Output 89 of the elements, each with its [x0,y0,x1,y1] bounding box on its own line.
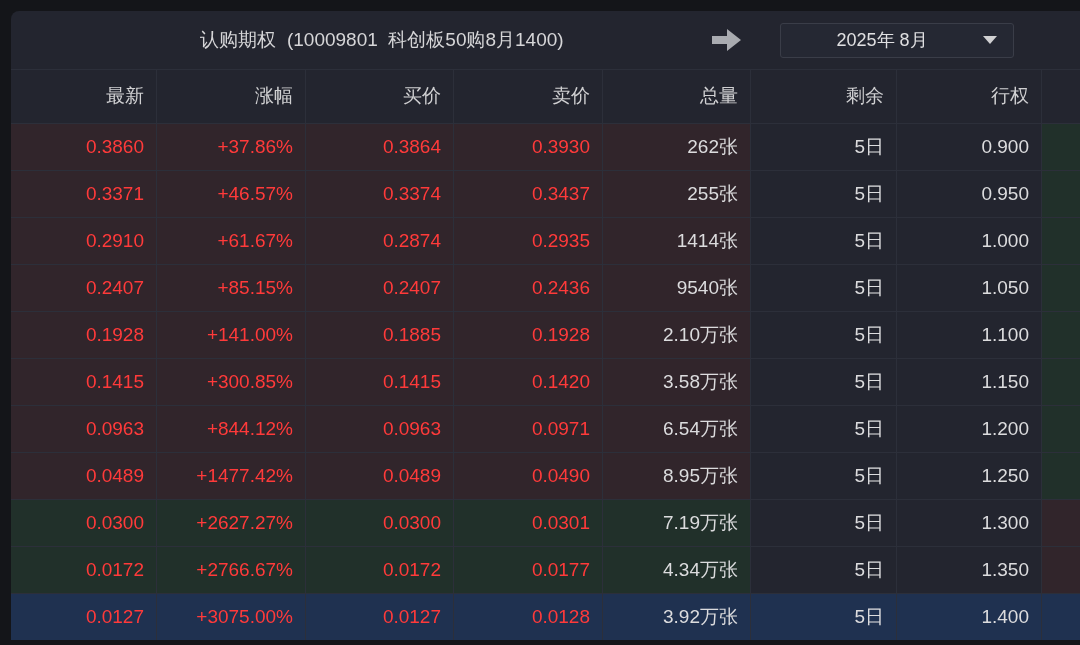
table-row[interactable]: 0.1928 +141.00% 0.1885 0.1928 2.10万张 5日 1.100 [11,311,1080,358]
table-cell: +2766.67% [157,547,306,593]
table-cell: +61.67% [157,218,306,264]
table-cell: 0.1415 [11,359,157,405]
table-cell: 0.3930 [454,124,603,170]
table-cell: 0.0300 [306,500,454,546]
table-cell: +37.86% [157,124,306,170]
table-cell: 5日 [751,124,897,170]
table-cell: 3.58万张 [603,359,751,405]
table-cell: +46.57% [157,171,306,217]
table-cell: 0.3860 [11,124,157,170]
table-row[interactable]: 0.3371 +46.57% 0.3374 0.3437 255张 5日 0.950 [11,170,1080,217]
table-cell: 0.3374 [306,171,454,217]
arrow-right-icon[interactable] [712,29,741,51]
table-cell: 0.0490 [454,453,603,499]
column-header[interactable]: 涨幅 [255,82,293,111]
table-cell: 0.0971 [454,406,603,452]
table-cell: 5日 [751,500,897,546]
table-cell: 0.0300 [11,500,157,546]
table-cell: 5日 [751,453,897,499]
table-cell: 262张 [603,124,751,170]
column-header[interactable]: 剩余 [846,82,884,111]
table-row[interactable]: 0.1415 +300.85% 0.1415 0.1420 3.58万张 5日 1.150 [11,358,1080,405]
table-cell: 0.3864 [306,124,454,170]
table-row[interactable]: 0.0489 +1477.42% 0.0489 0.0490 8.95万张 5日 1.250 [11,452,1080,499]
table-cell: 0.1928 [454,312,603,358]
table-cell: 0.0963 [306,406,454,452]
table-cell: 5日 [751,218,897,264]
column-header[interactable]: 最新 [106,82,144,111]
table-cell: 3.92万张 [603,594,751,640]
table-cell: +141.00% [157,312,306,358]
column-header[interactable]: 卖价 [552,82,590,111]
table-cell: 0.1415 [306,359,454,405]
table-row[interactable]: 0.2910 +61.67% 0.2874 0.2935 1414张 5日 1.000 [11,217,1080,264]
table-cell: +1477.42% [157,453,306,499]
table-cell: 0.2935 [454,218,603,264]
column-header[interactable]: 买价 [403,82,441,111]
column-header[interactable]: 行权 [991,82,1029,111]
table-cell: +300.85% [157,359,306,405]
dropdown-caret-icon [982,36,997,44]
table-cell: 5日 [751,171,897,217]
table-row[interactable]: 0.3860 +37.86% 0.3864 0.3930 262张 5日 0.900 [11,123,1080,170]
table-cell: 0.0172 [11,547,157,593]
table-row[interactable]: 0.2407 +85.15% 0.2407 0.2436 9540张 5日 1.050 [11,264,1080,311]
table-cell: 0.0127 [11,594,157,640]
table-cell: 2.10万张 [603,312,751,358]
table-cell: 5日 [751,359,897,405]
table-cell: 4.34万张 [603,547,751,593]
table-cell: 1.400 [897,594,1042,640]
table-cell: 0.0127 [306,594,454,640]
table-cell: 5日 [751,594,897,640]
table-cell: 9540张 [603,265,751,311]
table-cell: 0.2436 [454,265,603,311]
table-cell: +85.15% [157,265,306,311]
table-cell: 0.0172 [306,547,454,593]
table-cell: 8.95万张 [603,453,751,499]
table-cell: 0.0489 [11,453,157,499]
table-cell: 7.19万张 [603,500,751,546]
table-row[interactable]: 0.0172 +2766.67% 0.0172 0.0177 4.34万张 5日 1.350 [11,546,1080,593]
table-row[interactable]: 0.0300 +2627.27% 0.0300 0.0301 7.19万张 5日 1.300 [11,499,1080,546]
table-row[interactable]: 0.0963 +844.12% 0.0963 0.0971 6.54万张 5日 1.200 [11,405,1080,452]
table-cell: 0.1420 [454,359,603,405]
table-cell: 0.0489 [306,453,454,499]
option-title: 认购期权 (10009801 科创板50购8月1400) [200,27,564,52]
table-cell: 255张 [603,171,751,217]
table-row[interactable]: 0.0127 +3075.00% 0.0127 0.0128 3.92万张 5日 1.400 [11,593,1080,640]
month-dropdown[interactable]: 2025年 8月 [779,22,1014,58]
table-cell: 0.2874 [306,218,454,264]
table-cell: 0.0128 [454,594,603,640]
table-cell: 0.1928 [11,312,157,358]
table-cell: +3075.00% [157,594,306,640]
table-cell: 1414张 [603,218,751,264]
table-cell: 0.0963 [11,406,157,452]
table-cell: 0.3437 [454,171,603,217]
table-cell: 0.2910 [11,218,157,264]
table-cell: +844.12% [157,406,306,452]
table-cell: 6.54万张 [603,406,751,452]
table-cell: +2627.27% [157,500,306,546]
table-cell: 5日 [751,406,897,452]
table-cell: 0.3371 [11,171,157,217]
table-cell: 0.0177 [454,547,603,593]
table-cell: 0.1885 [306,312,454,358]
table-cell: 5日 [751,312,897,358]
table-cell: 0.0301 [454,500,603,546]
table-cell: 5日 [751,265,897,311]
table-cell: 0.2407 [306,265,454,311]
column-header[interactable]: 总量 [700,82,738,111]
table-cell: 0.2407 [11,265,157,311]
row-tint-strip [1042,547,1080,593]
